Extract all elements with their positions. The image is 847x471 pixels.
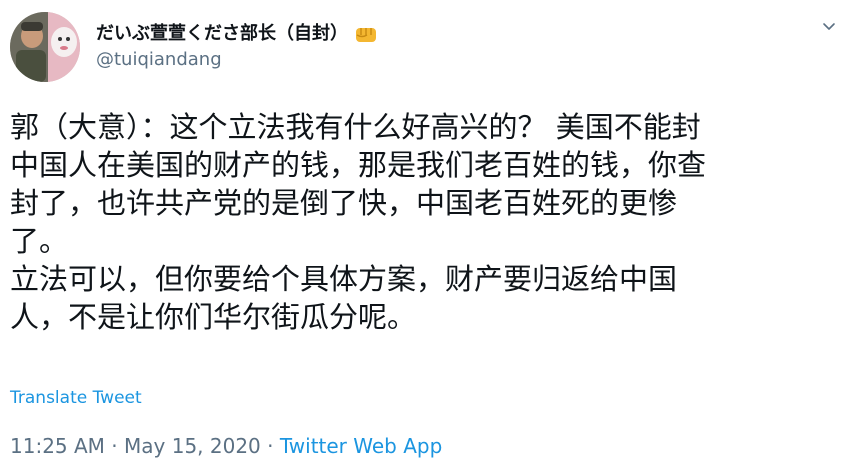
tweet-time[interactable]: 11:25 AM: [10, 434, 105, 458]
tweet-source-link[interactable]: Twitter Web App: [280, 434, 442, 458]
display-name[interactable]: だいぶ萱萱くださ部长（自封）: [96, 22, 348, 46]
tweet-line: 中国人在美国的财产的钱，那是我们老百姓的钱，你查: [10, 148, 707, 182]
tweet-line: 人，不是让你们华尔街瓜分呢。: [10, 300, 417, 334]
translate-tweet-link[interactable]: Translate Tweet: [10, 386, 142, 410]
meta-separator: ·: [267, 434, 274, 458]
tweet-line: 了。: [10, 224, 69, 258]
tweet-line: 封了，也许共产党的是倒了快，中国老百姓死的更惨: [10, 186, 678, 220]
fist-emoji-icon: [354, 23, 378, 45]
tweet-header: だいぶ萱萱くださ部长（自封） @tuiqiandang: [10, 10, 837, 90]
tweet-date[interactable]: May 15, 2020: [124, 434, 261, 458]
display-name-row[interactable]: だいぶ萱萱くださ部长（自封）: [96, 22, 378, 46]
tweet-meta: 11:25 AM · May 15, 2020 · Twitter Web Ap…: [10, 432, 442, 460]
author-names: だいぶ萱萱くださ部长（自封） @tuiqiandang: [96, 22, 378, 72]
chevron-down-icon[interactable]: [821, 18, 837, 34]
avatar[interactable]: [10, 12, 80, 82]
meta-separator: ·: [111, 434, 118, 458]
tweet-text: 郭（大意）：这个立法我有什么好高兴的？ 美国不能封 中国人在美国的财产的钱，那是…: [10, 108, 840, 336]
author-handle[interactable]: @tuiqiandang: [96, 48, 378, 72]
avatar-image: [10, 12, 80, 82]
tweet-line: 立法可以，但你要给个具体方案，财产要归返给中国: [10, 262, 678, 296]
tweet-line: 郭（大意）：这个立法我有什么好高兴的？ 美国不能封: [10, 110, 701, 144]
